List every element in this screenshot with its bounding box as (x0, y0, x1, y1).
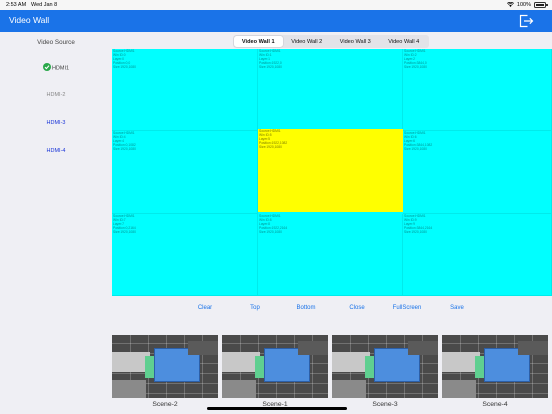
save-button[interactable]: Save (450, 305, 464, 311)
bottom-button[interactable]: Bottom (296, 305, 315, 311)
source-item-label: HDMI1 (51, 65, 70, 72)
window-info-line: Size:1920,1080 (404, 64, 427, 69)
status-right: 100% (506, 1, 548, 8)
thumb-window (518, 341, 548, 355)
logout-button[interactable] (518, 13, 534, 29)
source-item-hdmi-4[interactable]: HDMI-4 (0, 148, 112, 154)
thumb-window (112, 380, 146, 398)
window-info-line: Size:1920,1080 (404, 229, 427, 234)
window-info: Source:HDMI1 Win ID:9 Layer:9 Position:3844… (404, 214, 432, 235)
window-info: Source:HDMI1 Win ID:2 Layer:2 Position:3844… (404, 49, 427, 70)
scene-thumbnail[interactable] (222, 335, 328, 398)
window-info: Source:HDMI1 Win ID:5 Layer:5 Position:1922… (259, 129, 287, 150)
scene-list: Scene-2 Scene-1 Scene-3 Scene-4 (112, 335, 552, 414)
window-info-line: Size:1920,1080 (113, 64, 136, 69)
window-info: Source:HDMI1 Win ID:6 Layer:6 Position:3844… (404, 131, 432, 152)
window-info-line: Size:1920,1080 (259, 64, 282, 69)
video-source-sidebar: Video Source HDMI1 HDMI-2 HDMI-3 HDMI-4 (0, 32, 112, 414)
fullscreen-button[interactable]: FullScreen (393, 305, 422, 311)
thumb-window (298, 341, 328, 355)
window-info: Source:HDMI1 Win ID:1 Layer:1 Position:1922… (259, 49, 282, 70)
top-button[interactable]: Top (250, 305, 260, 311)
scene-scene-1[interactable]: Scene-1 (222, 335, 328, 414)
window-info: Source:HDMI1 Win ID:4 Layer:4 Position:0,10… (113, 131, 136, 152)
thumb-window (408, 341, 438, 355)
page-title: Video Wall (9, 15, 50, 25)
window-info-line: Size:1920,1080 (113, 229, 136, 234)
battery-icon (534, 1, 548, 8)
sidebar-title: Video Source (37, 39, 75, 46)
tab-video-wall-3[interactable]: Video Wall 3 (331, 36, 380, 47)
thumb-window (222, 380, 256, 398)
close-button[interactable]: Close (349, 305, 364, 311)
wall-window-3[interactable]: Source:HDMI1 Win ID:2 Layer:2 Position:3844… (403, 49, 552, 131)
window-info-line: Size:1920,1080 (113, 146, 136, 151)
logout-icon (519, 14, 534, 28)
status-date: Wed Jan 8 (31, 2, 58, 8)
source-item-label: HDMI-4 (46, 148, 66, 154)
scene-label: Scene-2 (152, 401, 178, 408)
tab-video-wall-2[interactable]: Video Wall 2 (283, 36, 332, 47)
wall-window-5[interactable]: Source:HDMI1 Win ID:5 Layer:5 Position:1922… (258, 129, 403, 212)
source-item-hdmi1[interactable]: HDMI1 (0, 63, 112, 72)
window-info-line: Size:1920,1080 (259, 144, 282, 149)
thumb-window (442, 380, 476, 398)
nav-bar: Video Wall (0, 10, 552, 32)
scene-thumbnail[interactable] (332, 335, 438, 398)
checkmark-icon (42, 63, 51, 71)
scene-scene-2[interactable]: Scene-2 (112, 335, 218, 414)
scene-label: Scene-3 (372, 401, 398, 408)
source-item-label: HDMI-3 (46, 120, 66, 126)
main-panel: Video Wall 1 Video Wall 2 Video Wall 3 Vide… (112, 32, 552, 414)
home-indicator (207, 407, 347, 410)
video-wall-canvas[interactable]: Source:HDMI1 Win ID:0 Layer:0 Position:0,0 S… (112, 49, 552, 296)
window-info-line: Size:1920,1080 (259, 229, 282, 234)
thumb-window (332, 380, 366, 398)
scene-thumbnail[interactable] (442, 335, 548, 398)
wall-window-1[interactable]: Source:HDMI1 Win ID:0 Layer:0 Position:0,0 S… (112, 49, 258, 131)
window-info: Source:HDMI1 Win ID:7 Layer:7 Position:0,21… (113, 214, 136, 235)
source-item-label: HDMI-2 (46, 92, 66, 98)
action-bar: Clear Top Bottom Close FullScreen Save (112, 296, 552, 322)
scene-thumbnail[interactable] (112, 335, 218, 398)
scene-scene-4[interactable]: Scene-4 (442, 335, 548, 414)
wall-window-8[interactable]: Source:HDMI1 Win ID:8 Layer:8 Position:1922… (258, 214, 403, 296)
window-info: Source:HDMI1 Win ID:0 Layer:0 Position:0,0 S… (113, 49, 136, 70)
window-info-line: Size:1920,1080 (404, 146, 427, 151)
wall-window-2[interactable]: Source:HDMI1 Win ID:1 Layer:1 Position:1922… (258, 49, 403, 131)
wall-window-4[interactable]: Source:HDMI1 Win ID:4 Layer:4 Position:0,10… (112, 131, 258, 214)
status-bar: 2:53 AM Wed Jan 8 100% (0, 0, 552, 10)
source-item-hdmi-2[interactable]: HDMI-2 (0, 92, 112, 98)
source-item-hdmi-3[interactable]: HDMI-3 (0, 120, 112, 126)
clear-button[interactable]: Clear (198, 305, 212, 311)
thumb-window (188, 341, 218, 355)
scene-label: Scene-4 (482, 401, 508, 408)
battery-percent: 100% (516, 1, 531, 8)
window-info: Source:HDMI1 Win ID:8 Layer:8 Position:1922… (259, 214, 287, 235)
scene-scene-3[interactable]: Scene-3 (332, 335, 438, 414)
tab-video-wall-4[interactable]: Video Wall 4 (380, 36, 429, 47)
wifi-icon (506, 2, 514, 7)
tab-video-wall-1[interactable]: Video Wall 1 (234, 36, 283, 47)
status-time: 2:53 AM (6, 2, 27, 8)
battery-level (536, 3, 544, 6)
wall-window-7[interactable]: Source:HDMI1 Win ID:7 Layer:7 Position:0,21… (112, 214, 258, 296)
wall-window-6[interactable]: Source:HDMI1 Win ID:6 Layer:6 Position:3844… (403, 131, 552, 214)
video-wall-tabs: Video Wall 1 Video Wall 2 Video Wall 3 Vide… (233, 35, 429, 48)
wall-window-9[interactable]: Source:HDMI1 Win ID:9 Layer:9 Position:3844… (403, 214, 552, 296)
